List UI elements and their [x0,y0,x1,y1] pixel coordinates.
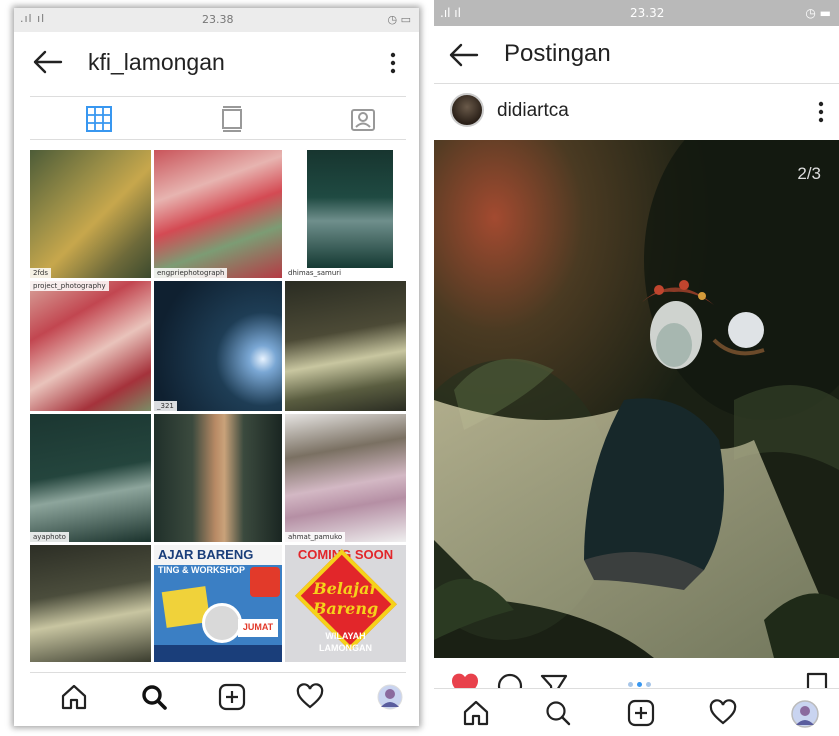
avatar[interactable] [450,93,484,127]
signal-indicator: .ıl ıl [440,6,461,20]
home-icon[interactable] [60,683,88,711]
post-photo-art [434,140,839,658]
post-actions [434,658,839,688]
status-bar: .ıl ıl 23.32 ◷ ▬ [434,0,839,26]
photo-grid: 2fds engpriephotograph dhimas_samuri pro… [30,150,406,662]
photo-credit: ahmat_pamuko [285,532,346,542]
bookmark-icon[interactable] [806,672,828,688]
post-author-row: didiartca [434,84,839,140]
photo-credit: 2fds [30,268,52,278]
photo-credit: ayaphoto [30,532,69,542]
grid-photo[interactable]: _321 [154,281,282,411]
photo-credit: project_photography [30,281,109,291]
poster-photo [202,603,242,643]
grid-photo[interactable]: project_photography [30,281,151,411]
page-title: Postingan [504,40,611,67]
back-arrow-icon[interactable] [448,41,480,69]
search-icon[interactable] [140,683,168,711]
home-icon[interactable] [462,699,490,727]
heart-icon[interactable] [450,672,480,688]
grid-photo[interactable]: engpriephotograph [154,150,282,278]
tagged-icon[interactable] [350,106,376,132]
grid-photo[interactable]: ahmat_pamuko [285,414,406,542]
profile-icon[interactable] [790,699,820,729]
poster-badge [250,567,280,597]
share-icon[interactable] [540,672,568,688]
poster-title: AJAR BARENG [154,545,282,565]
add-icon[interactable] [627,699,655,727]
poster-main-2: Bareng [312,599,379,618]
photo-credit: dhimas_samuri [285,268,345,278]
poster-date: JUMAT [238,619,278,637]
profile-tabs [30,96,406,140]
photo-credit: _321 [154,401,177,411]
post-photo[interactable]: 2/3 [434,140,839,658]
grid-photo[interactable]: dhimas_samuri [285,150,406,278]
heart-icon[interactable] [709,699,737,727]
poster-footer-2: LAMONGAN [319,643,372,653]
grid-photo[interactable]: 2fds [30,150,151,278]
post-header-bar: Postingan [434,26,839,84]
post-screen: .ıl ıl 23.32 ◷ ▬ Postingan didiartca 2/3 [434,0,839,736]
bottom-navigation [434,688,839,736]
grid-icon[interactable] [86,106,112,132]
status-bar: .ıl ıl 23.38 ◷ ▭ [14,8,419,32]
carousel-counter: 2/3 [797,164,821,183]
profile-header: kfi_lamongan [14,32,419,94]
feed-icon[interactable] [220,106,244,132]
search-icon[interactable] [544,699,572,727]
status-icons: ◷ ▭ [387,13,412,26]
grid-photo[interactable] [30,545,151,662]
more-vertical-icon[interactable] [386,50,400,76]
status-icons: ◷ ▬ [805,6,831,20]
poster-footer [154,645,282,662]
post-username[interactable]: didiartca [497,100,569,122]
grid-photo[interactable] [285,281,406,411]
profile-screen: .ıl ıl 23.38 ◷ ▭ kfi_lamongan 2fds engpr… [14,8,419,726]
profile-icon[interactable] [376,683,404,711]
grid-photo[interactable]: ayaphoto [30,414,151,542]
status-time: 23.38 [202,13,234,26]
bottom-navigation [30,672,406,722]
photo-image [307,150,393,268]
grid-photo[interactable] [154,414,282,542]
status-time: 23.32 [630,6,665,20]
workshop-poster[interactable]: AJAR BARENG TING & WORKSHOP JUMAT [154,545,282,662]
back-arrow-icon[interactable] [32,48,64,76]
heart-icon[interactable] [296,683,324,711]
photo-credit: engpriephotograph [154,268,228,278]
coming-soon-poster[interactable]: COMING SOON Belajar Bareng WILAYAH LAMON… [285,545,406,662]
signal-indicator: .ıl ıl [20,12,46,25]
poster-main-1: Belajar [313,579,378,598]
more-vertical-icon[interactable] [814,100,828,124]
comment-icon[interactable] [496,672,524,688]
add-icon[interactable] [218,683,246,711]
poster-footer-1: WILAYAH [325,631,366,641]
page-title: kfi_lamongan [88,49,225,75]
